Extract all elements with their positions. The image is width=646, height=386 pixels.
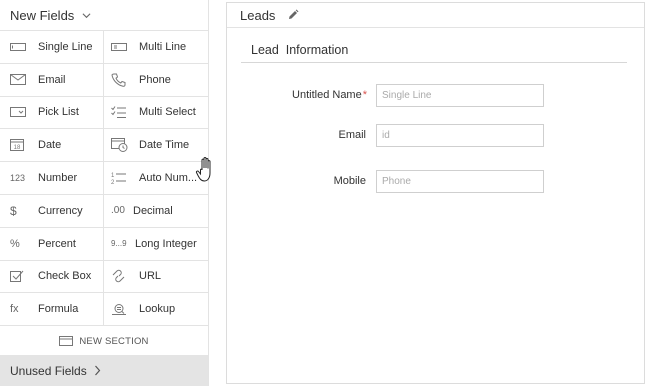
new-fields-title: New Fields bbox=[10, 7, 75, 23]
single-line-icon bbox=[10, 40, 30, 54]
auto-number-icon: 12 bbox=[111, 171, 131, 185]
currency-icon: $ bbox=[10, 203, 17, 218]
field-date-time[interactable]: Date Time bbox=[104, 129, 208, 163]
field-label: Decimal bbox=[133, 204, 173, 217]
form-field-label: Mobile bbox=[333, 175, 366, 187]
field-multi-line[interactable]: Multi Line bbox=[104, 31, 208, 64]
field-email[interactable]: Email bbox=[0, 63, 104, 97]
field-currency[interactable]: $ Currency bbox=[0, 194, 104, 228]
field-phone[interactable]: Phone bbox=[104, 64, 208, 97]
date-time-icon bbox=[111, 138, 131, 153]
field-label: Lookup bbox=[139, 303, 176, 316]
form-field-row: Untitled Name* bbox=[227, 84, 646, 107]
unused-fields-toggle[interactable]: Unused Fields bbox=[0, 355, 208, 386]
field-label: Formula bbox=[38, 303, 79, 316]
field-pick-list[interactable]: Pick List bbox=[0, 96, 104, 130]
long-integer-icon: 9...9 bbox=[111, 239, 127, 249]
field-label: Multi Select bbox=[139, 106, 196, 119]
untitled-name-input[interactable] bbox=[376, 84, 544, 107]
unused-fields-label: Unused Fields bbox=[10, 363, 87, 378]
field-label: Date bbox=[38, 139, 62, 152]
percent-icon: % bbox=[10, 237, 20, 250]
field-label: Single Line bbox=[38, 40, 93, 53]
field-date[interactable]: 18 Date bbox=[0, 129, 104, 163]
field-palette: New Fields Single Line Multi Line Email … bbox=[0, 0, 209, 386]
email-input[interactable] bbox=[376, 124, 544, 147]
field-single-line[interactable]: Single Line bbox=[0, 31, 104, 64]
field-percent[interactable]: % Percent bbox=[0, 227, 104, 261]
field-url[interactable]: URL bbox=[104, 261, 208, 294]
chevron-right-icon bbox=[94, 365, 101, 376]
field-check-box[interactable]: Check Box bbox=[0, 260, 104, 294]
form-field-label: Email bbox=[338, 129, 366, 141]
url-icon bbox=[111, 269, 131, 283]
svg-text:1: 1 bbox=[111, 173, 115, 179]
field-label: Multi Line bbox=[139, 40, 187, 53]
phone-icon bbox=[111, 73, 131, 87]
field-label: Percent bbox=[38, 237, 76, 250]
picklist-icon bbox=[10, 105, 30, 119]
field-lookup[interactable]: Lookup bbox=[104, 293, 208, 327]
date-icon: 18 bbox=[10, 138, 30, 152]
field-auto-number[interactable]: 12 Auto Num... bbox=[104, 162, 208, 195]
field-type-grid: Single Line Multi Line Email Phone Pick … bbox=[0, 31, 208, 327]
checkbox-icon bbox=[10, 269, 30, 283]
module-name: Leads bbox=[240, 7, 276, 23]
module-header: Leads bbox=[227, 3, 644, 28]
mobile-input[interactable] bbox=[376, 170, 544, 193]
field-decimal[interactable]: .00 Decimal bbox=[104, 195, 208, 228]
field-label: Long Integer bbox=[135, 237, 197, 250]
field-label: Check Box bbox=[38, 270, 92, 283]
multi-line-icon bbox=[111, 40, 131, 54]
svg-text:2: 2 bbox=[111, 180, 115, 185]
hand-cursor-icon bbox=[195, 157, 211, 182]
field-label: URL bbox=[139, 270, 162, 283]
field-label: Date Time bbox=[139, 139, 190, 152]
svg-text:18: 18 bbox=[14, 145, 21, 151]
form-field-row: Mobile bbox=[227, 170, 646, 193]
field-number[interactable]: 123 Number bbox=[0, 162, 104, 195]
field-label: Pick List bbox=[38, 106, 79, 119]
form-field-row: Email bbox=[227, 124, 646, 147]
field-label: Auto Num... bbox=[139, 172, 198, 185]
section-icon bbox=[59, 336, 74, 347]
field-label: Phone bbox=[139, 73, 171, 86]
new-fields-header[interactable]: New Fields bbox=[0, 0, 208, 31]
email-icon bbox=[10, 73, 30, 87]
multi-select-icon bbox=[111, 105, 131, 119]
field-label: Currency bbox=[38, 204, 83, 217]
field-label: Number bbox=[38, 172, 78, 185]
form-field-label: Untitled Name* bbox=[292, 89, 367, 101]
number-icon: 123 bbox=[10, 173, 26, 184]
field-label: Email bbox=[38, 73, 66, 86]
formula-icon: fx bbox=[10, 303, 19, 316]
decimal-icon: .00 bbox=[111, 205, 125, 217]
lookup-icon bbox=[111, 302, 131, 316]
field-multi-select[interactable]: Multi Select bbox=[104, 97, 208, 130]
field-formula[interactable]: fx Formula bbox=[0, 293, 104, 327]
edit-pencil-icon[interactable] bbox=[287, 9, 299, 21]
chevron-down-icon bbox=[82, 12, 91, 18]
field-long-integer[interactable]: 9...9 Long Integer bbox=[104, 228, 208, 261]
layout-editor: Leads Lead Information Untitled Name* Em… bbox=[226, 2, 645, 384]
required-marker: * bbox=[362, 89, 367, 101]
new-section-label: NEW SECTION bbox=[79, 335, 149, 347]
section-title[interactable]: Lead Information bbox=[241, 43, 627, 63]
new-section-button[interactable]: NEW SECTION bbox=[0, 326, 208, 358]
